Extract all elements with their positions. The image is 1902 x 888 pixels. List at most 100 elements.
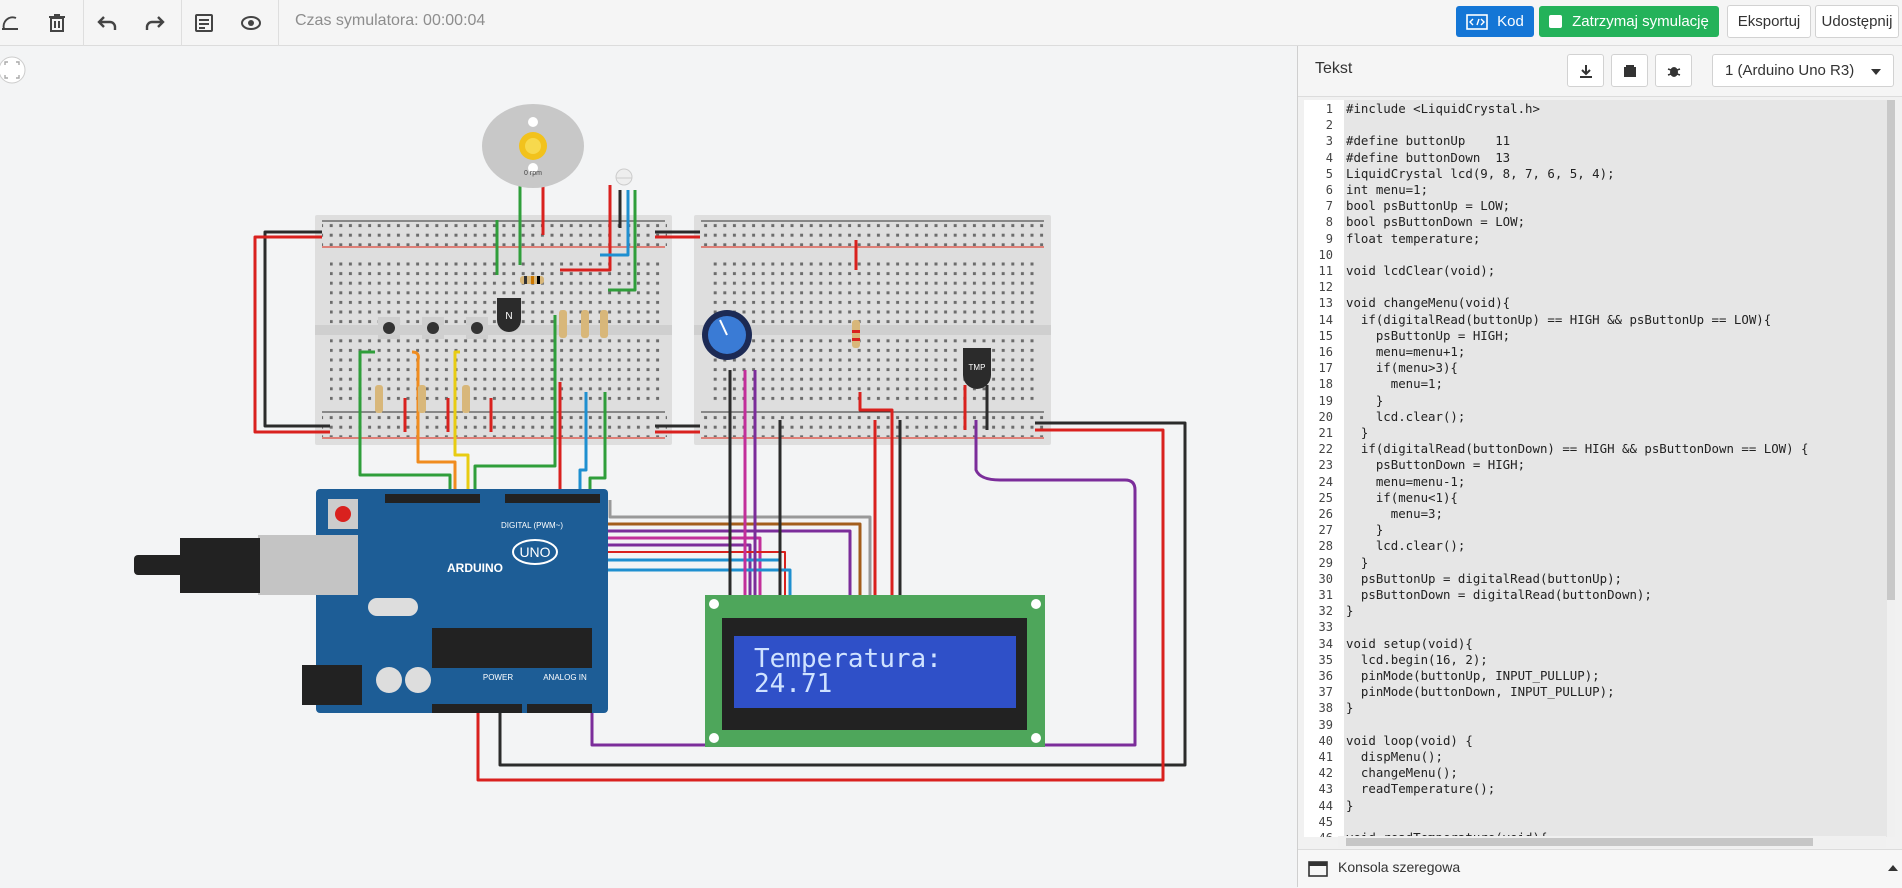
npn-transistor[interactable]: N (497, 298, 521, 332)
line-number: 44 (1318, 798, 1333, 813)
code-line: } (1346, 700, 1354, 716)
line-number: 12 (1318, 280, 1333, 295)
line-number: 36 (1318, 669, 1333, 683)
code-line: if(digitalRead(buttonDown) == HIGH && ps… (1346, 441, 1809, 457)
line-number: 17 (1318, 361, 1333, 376)
horizontal-scrollbar[interactable] (1338, 836, 1886, 848)
line-number: 32 (1318, 604, 1333, 619)
line-number: 9 (1325, 231, 1333, 246)
line-number: 37 (1318, 685, 1333, 700)
rgb-led[interactable] (615, 168, 633, 186)
code-line: pinMode(buttonDown, INPUT_PULLUP); (1346, 684, 1615, 700)
code-line: psButtonUp = digitalRead(buttonUp); (1346, 570, 1623, 586)
share-button[interactable]: Udostępnij (1815, 5, 1899, 38)
fit-view-icon[interactable] (0, 56, 26, 84)
device-select[interactable]: 1 (Arduino Uno R3) (1712, 54, 1894, 87)
line-number: 25 (1318, 490, 1333, 505)
line-number: 22 (1318, 442, 1333, 457)
line-number: 33 (1318, 620, 1333, 635)
code-line: if(menu<1){ (1346, 489, 1458, 505)
code-line: } (1346, 392, 1384, 408)
line-number: 41 (1318, 750, 1333, 764)
top-toolbar: Czas symulatora: 00:00:04 Kod Zatrzymaj … (0, 0, 1902, 46)
line-number: 20 (1318, 409, 1333, 424)
lcd-16x2[interactable]: Temperatura: 24.71 (705, 595, 1045, 747)
line-number-gutter: 1 2 3 4 5 6 7 8 9 10 11 12 13 14 15 16 17 18 19 20 21 22 23 24 2… (1304, 100, 1338, 837)
code-line: pinMode(buttonUp, INPUT_PULLUP); (1346, 668, 1600, 683)
visibility-icon[interactable] (233, 5, 269, 41)
code-line: LiquidCrystal lcd(9, 8, 7, 6, 5, 4); (1346, 165, 1615, 181)
code-line: #define buttonDown 13 (1346, 149, 1511, 165)
line-number: 8 (1325, 215, 1333, 230)
undo-icon[interactable] (89, 5, 125, 41)
code-line: psButtonDown = HIGH; (1346, 457, 1526, 473)
redo-icon[interactable] (137, 5, 173, 41)
delete-icon[interactable] (39, 5, 75, 41)
debugger-icon[interactable] (1655, 54, 1692, 87)
line-number: 5 (1325, 166, 1333, 181)
code-panel: Tekst 1 (Arduino Uno R3) 1 2 3 4 5 6 7 8 9 10 11 12… (1297, 46, 1902, 888)
push-buttons[interactable] (378, 317, 488, 339)
line-number: 38 (1318, 701, 1333, 716)
code-line: psButtonDown = digitalRead(buttonDown); (1346, 587, 1652, 602)
download-icon[interactable] (1567, 54, 1604, 87)
chevron-down-icon (1871, 69, 1881, 75)
code-mode-selector[interactable]: Tekst (1315, 60, 1352, 78)
code-line: psButtonUp = HIGH; (1346, 327, 1511, 343)
line-number: 2 (1325, 118, 1333, 133)
code-line: menu=1; (1346, 376, 1443, 392)
line-number: 19 (1318, 393, 1333, 408)
code-line: } (1346, 522, 1384, 538)
code-line: lcd.begin(16, 2); (1346, 651, 1488, 667)
rotate-icon[interactable] (0, 5, 28, 41)
code-line: int menu=1; (1346, 182, 1429, 197)
line-number: 34 (1318, 636, 1333, 651)
breadboard-left[interactable] (315, 215, 672, 445)
line-number: 26 (1318, 507, 1333, 521)
code-line: if(menu>3){ (1346, 360, 1458, 376)
line-number: 4 (1325, 150, 1333, 165)
vertical-scrollbar[interactable] (1887, 100, 1895, 837)
code-line: } (1346, 554, 1369, 570)
serial-console-label: Konsola szeregowa (1338, 859, 1461, 875)
code-line: #include <LiquidCrystal.h> (1346, 101, 1540, 116)
line-number: 35 (1318, 652, 1333, 667)
line-number: 1 (1325, 102, 1333, 116)
code-button[interactable]: Kod (1456, 6, 1534, 37)
code-line: void lcdClear(void); (1346, 263, 1496, 278)
line-number: 3 (1325, 134, 1333, 149)
tmp-label: TMP (969, 363, 986, 372)
arduino-uno-board[interactable]: ARDUINO UNO DIGITAL (PWM~) POWER ANALOG … (134, 489, 608, 713)
library-icon[interactable] (1611, 54, 1648, 87)
code-editor[interactable]: 1 2 3 4 5 6 7 8 9 10 11 12 13 14 15 16 17 18 19 20 21 22 23 24 2… (1304, 100, 1895, 837)
line-number: 43 (1318, 782, 1333, 797)
code-icon (1466, 13, 1488, 30)
device-select-value: 1 (Arduino Uno R3) (1725, 62, 1855, 79)
digital-pins-label: DIGITAL (PWM~) (501, 521, 563, 530)
code-line: readTemperature(); (1346, 781, 1496, 797)
lcd-line-2: 24.71 (754, 669, 832, 699)
line-number: 24 (1318, 474, 1333, 489)
code-line: } (1346, 797, 1354, 813)
circuit-canvas[interactable]: 0 rpm N TMP ARDUINO UNO DIGITAL (PWM~) P… (0, 46, 1297, 887)
code-line: bool psButtonDown = LOW; (1346, 214, 1526, 230)
code-line: void setup(void){ (1346, 635, 1473, 651)
analog-pins-label: ANALOG IN (543, 673, 587, 682)
dc-motor[interactable]: 0 rpm (482, 104, 584, 188)
line-number: 23 (1318, 458, 1333, 473)
stop-simulation-button[interactable]: Zatrzymaj symulację (1539, 6, 1719, 37)
code-line: bool psButtonUp = LOW; (1346, 198, 1511, 214)
chevron-up-icon[interactable] (1888, 864, 1898, 872)
temperature-sensor[interactable]: TMP (963, 348, 991, 389)
stop-icon (1549, 15, 1563, 28)
code-line: if(digitalRead(buttonUp) == HIGH && psBu… (1346, 311, 1772, 327)
line-number: 14 (1318, 312, 1333, 327)
code-panel-header: Tekst 1 (Arduino Uno R3) (1298, 46, 1902, 97)
potentiometer[interactable] (702, 310, 752, 360)
serial-console-bar[interactable]: Konsola szeregowa (1298, 849, 1902, 888)
line-number: 13 (1318, 296, 1333, 311)
notes-icon[interactable] (186, 5, 222, 41)
code-line: lcd.clear(); (1346, 538, 1466, 554)
export-button[interactable]: Eksportuj (1727, 5, 1811, 38)
line-number: 7 (1325, 199, 1333, 214)
